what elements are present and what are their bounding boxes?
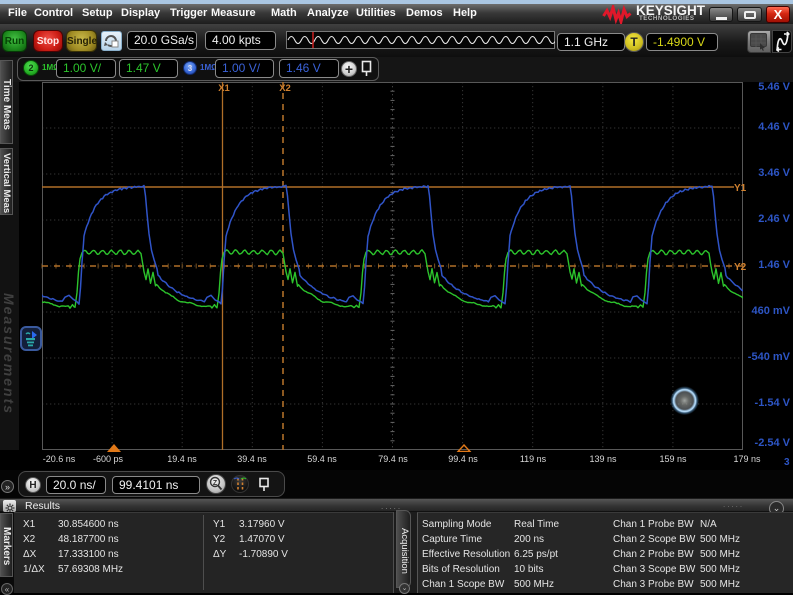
svg-text:Z: Z — [213, 480, 218, 487]
svg-text:Y1: Y1 — [734, 183, 747, 194]
svg-text:X2: X2 — [279, 83, 291, 94]
svg-text:X1: X1 — [218, 83, 230, 94]
